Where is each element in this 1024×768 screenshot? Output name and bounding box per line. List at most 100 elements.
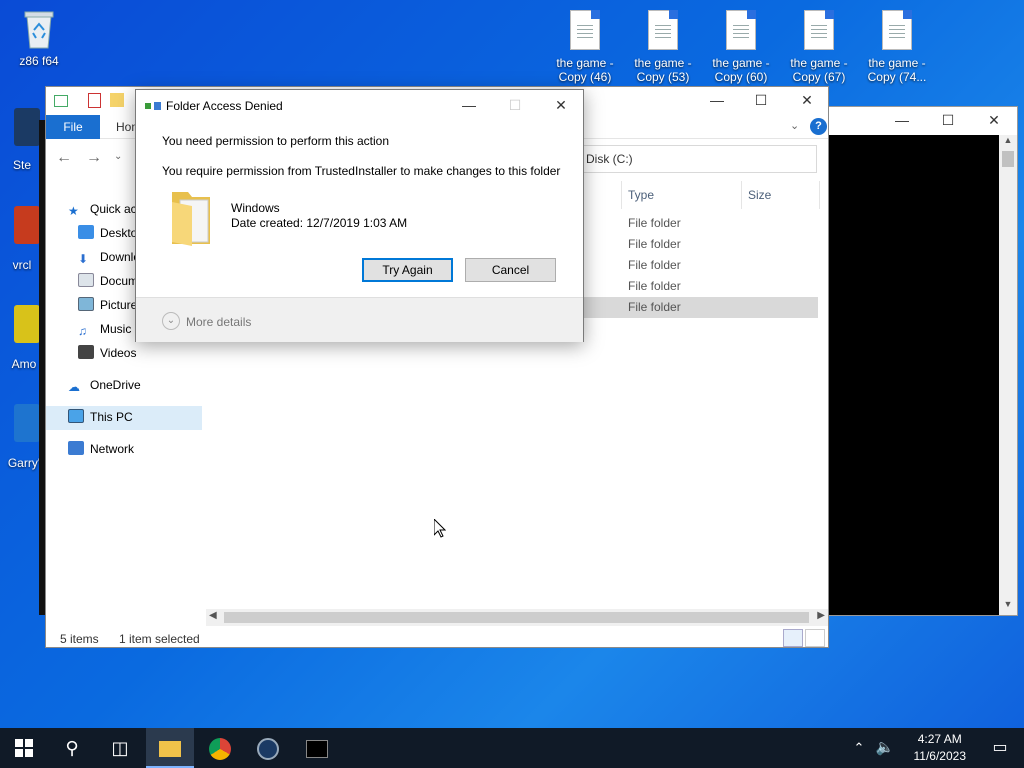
music-note-icon: ♫ (78, 324, 87, 338)
large-icons-view-button[interactable] (805, 629, 825, 647)
nav-item-quick-access[interactable]: ★ Quick ac (68, 198, 137, 220)
chevron-down-icon[interactable]: ⌄ (162, 312, 180, 330)
nav-item-network[interactable]: Network (68, 438, 134, 460)
console-window[interactable]: — ☐ ✕ ▲ ▼ (828, 106, 1018, 616)
more-details-link[interactable]: More details (186, 315, 251, 329)
mouse-cursor-icon (433, 517, 447, 541)
maximize-button[interactable]: ☐ (738, 87, 784, 113)
quick-access-toolbar-icon[interactable] (54, 95, 68, 107)
desktop-file-icon[interactable]: the game - Copy (60) (703, 10, 779, 84)
table-row[interactable]: File folder (628, 255, 681, 276)
help-icon[interactable]: ? (810, 118, 827, 135)
computer-icon (68, 409, 84, 423)
search-icon[interactable]: ⚲ (48, 728, 96, 768)
text-document-icon (570, 10, 600, 50)
action-center-icon[interactable]: ▭ (976, 728, 1024, 768)
table-row[interactable]: File folder (628, 276, 681, 297)
console-output[interactable] (829, 135, 999, 615)
desktop-file-icon[interactable]: the game - Copy (74... (859, 10, 935, 84)
desktop-file-icon[interactable]: the game - Copy (53) (625, 10, 701, 84)
back-icon[interactable]: ← (56, 149, 72, 167)
text-document-icon (882, 10, 912, 50)
steam-shortcut-icon[interactable] (14, 108, 40, 146)
command-prompt-icon[interactable] (293, 728, 341, 768)
selected-row-highlight (581, 297, 818, 318)
nav-item-desktop[interactable]: Deskto (78, 222, 137, 244)
chrome-icon[interactable] (196, 728, 244, 768)
nav-item-videos[interactable]: Videos (78, 342, 136, 364)
scroll-down-icon[interactable]: ▼ (999, 599, 1017, 615)
cloud-icon: ☁ (68, 380, 80, 394)
taskbar: ⚲ ◫ ⌃ 🔈 4:27 AM 11/6/2023 ▭ (0, 728, 1024, 768)
steam-icon[interactable] (244, 728, 292, 768)
table-row[interactable]: File folder (628, 297, 681, 318)
maximize-button[interactable]: ☐ (925, 107, 971, 133)
nav-item-downloads[interactable]: ⬇ Downlo (78, 246, 140, 268)
desktop-file-icon[interactable]: the game - Copy (67) (781, 10, 857, 84)
close-button[interactable]: ✕ (538, 92, 584, 118)
scroll-thumb[interactable] (1002, 151, 1014, 167)
status-item-count: 5 items (60, 632, 99, 646)
start-button[interactable] (0, 728, 48, 768)
try-again-button[interactable]: Try Again (362, 258, 453, 282)
new-folder-icon[interactable] (110, 93, 124, 107)
nav-item-documents[interactable]: Docum (78, 270, 138, 292)
task-view-icon[interactable]: ◫ (96, 728, 144, 768)
details-view-button[interactable] (783, 629, 803, 647)
dialog-detail: You require permission from TrustedInsta… (162, 164, 561, 178)
desktop-icon-label: z86 f64 (19, 54, 59, 68)
scroll-up-icon[interactable]: ▲ (999, 135, 1017, 151)
desktop-icon-recycle-bin[interactable]: z86 f64 (1, 8, 77, 68)
dialog-title: Folder Access Denied (166, 99, 283, 113)
column-separator[interactable] (621, 181, 622, 209)
minimize-button[interactable]: — (879, 107, 925, 133)
folder-move-icon (145, 100, 161, 112)
cancel-button[interactable]: Cancel (465, 258, 556, 282)
column-separator[interactable] (741, 181, 742, 209)
minimize-button[interactable]: — (694, 87, 740, 113)
column-header-type[interactable]: Type (628, 184, 654, 206)
film-icon (78, 345, 94, 359)
folder-name: Windows (231, 201, 280, 215)
table-row[interactable]: File folder (628, 213, 681, 234)
nav-item-this-pc[interactable]: This PC (68, 406, 133, 428)
file-explorer-taskbar-icon[interactable] (146, 728, 194, 768)
dialog-footer: ⌄ More details (136, 297, 583, 342)
network-icon (68, 441, 84, 455)
recent-locations-chevron-icon[interactable]: ⌄ (114, 151, 122, 162)
tab-file[interactable]: File (46, 115, 100, 139)
pictures-icon (78, 297, 94, 311)
minimize-button[interactable]: — (446, 92, 492, 118)
properties-icon[interactable] (88, 93, 101, 108)
console-titlebar[interactable]: — ☐ ✕ (829, 107, 1017, 133)
volume-muted-icon[interactable]: 🔈 (872, 728, 898, 768)
forward-icon[interactable]: → (86, 149, 102, 167)
close-button[interactable]: ✕ (784, 87, 830, 113)
vertical-scrollbar[interactable]: ▲ ▼ (999, 135, 1017, 615)
scroll-right-icon[interactable]: ▶ (817, 610, 825, 621)
close-button[interactable]: ✕ (971, 107, 1017, 133)
nav-item-onedrive[interactable]: ☁ OneDrive (68, 374, 141, 396)
dialog-message: You need permission to perform this acti… (162, 134, 390, 148)
folder-icon (170, 188, 216, 246)
table-row[interactable]: File folder (628, 234, 681, 255)
horizontal-scrollbar[interactable]: ◀ ▶ (206, 609, 828, 626)
nav-item-music[interactable]: ♫ Music (78, 318, 131, 340)
address-bar[interactable]: Disk (C:) (581, 145, 817, 173)
scroll-left-icon[interactable]: ◀ (209, 610, 217, 621)
star-icon: ★ (68, 204, 79, 218)
folder-access-denied-dialog[interactable]: Folder Access Denied — ☐ ✕ You need perm… (135, 89, 584, 342)
chevron-down-icon[interactable]: ⌄ (790, 119, 799, 132)
show-hidden-icons-chevron-icon[interactable]: ⌃ (846, 728, 872, 768)
garrys-mod-shortcut-icon[interactable] (14, 404, 40, 442)
clock-time: 4:27 AM (917, 732, 962, 746)
column-separator[interactable] (819, 181, 820, 209)
among-us-shortcut-icon[interactable] (14, 305, 40, 343)
scroll-thumb[interactable] (224, 612, 809, 623)
text-document-icon (648, 10, 678, 50)
column-header-size[interactable]: Size (748, 184, 771, 206)
nav-item-pictures[interactable]: Picture (78, 294, 137, 316)
desktop-file-icon[interactable]: the game - Copy (46) (547, 10, 623, 84)
system-clock[interactable]: 4:27 AM 11/6/2023 (914, 731, 967, 765)
vrchat-shortcut-icon[interactable] (14, 206, 40, 244)
